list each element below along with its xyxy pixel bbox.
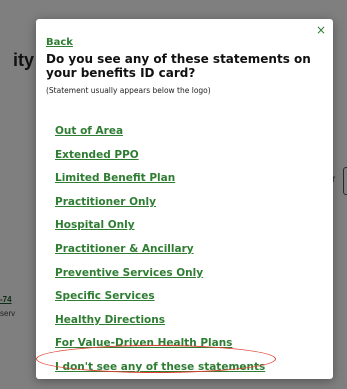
option-healthy-directions[interactable]: Healthy Directions	[55, 314, 165, 326]
option-extended-ppo[interactable]: Extended PPO	[55, 149, 139, 161]
list-item: Practitioner Only	[55, 190, 330, 214]
option-hospital-only[interactable]: Hospital Only	[55, 219, 135, 231]
list-item: Healthy Directions	[55, 308, 330, 332]
list-item: Out of Area	[55, 119, 330, 143]
list-item: Hospital Only	[55, 213, 330, 237]
option-none-of-these[interactable]: I don't see any of these statements	[55, 361, 265, 373]
close-icon[interactable]: ×	[316, 24, 326, 36]
list-item: For Value-Driven Health Plans	[55, 331, 330, 355]
back-link[interactable]: Back	[46, 37, 73, 48]
option-practitioner-ancillary[interactable]: Practitioner & Ancillary	[55, 243, 194, 255]
list-item: Practitioner & Ancillary	[55, 237, 330, 261]
list-item: Extended PPO	[55, 143, 330, 167]
list-item: Limited Benefit Plan	[55, 166, 330, 190]
option-value-driven-health-plans[interactable]: For Value-Driven Health Plans	[55, 337, 232, 349]
list-item: Preventive Services Only	[55, 261, 330, 285]
option-preventive-services-only[interactable]: Preventive Services Only	[55, 267, 203, 279]
modal-hint: (Statement usually appears below the log…	[46, 86, 211, 95]
option-out-of-area[interactable]: Out of Area	[55, 125, 123, 137]
id-card-statement-modal: × Back Do you see any of these statement…	[36, 19, 333, 379]
statement-options-list: Out of Area Extended PPO Limited Benefit…	[55, 119, 330, 379]
option-practitioner-only[interactable]: Practitioner Only	[55, 196, 156, 208]
list-item: Specific Services	[55, 284, 330, 308]
option-specific-services[interactable]: Specific Services	[55, 290, 155, 302]
list-item: I don't see any of these statements	[55, 355, 330, 379]
modal-question: Do you see any of these statements on yo…	[46, 52, 311, 80]
option-limited-benefit-plan[interactable]: Limited Benefit Plan	[55, 172, 175, 184]
